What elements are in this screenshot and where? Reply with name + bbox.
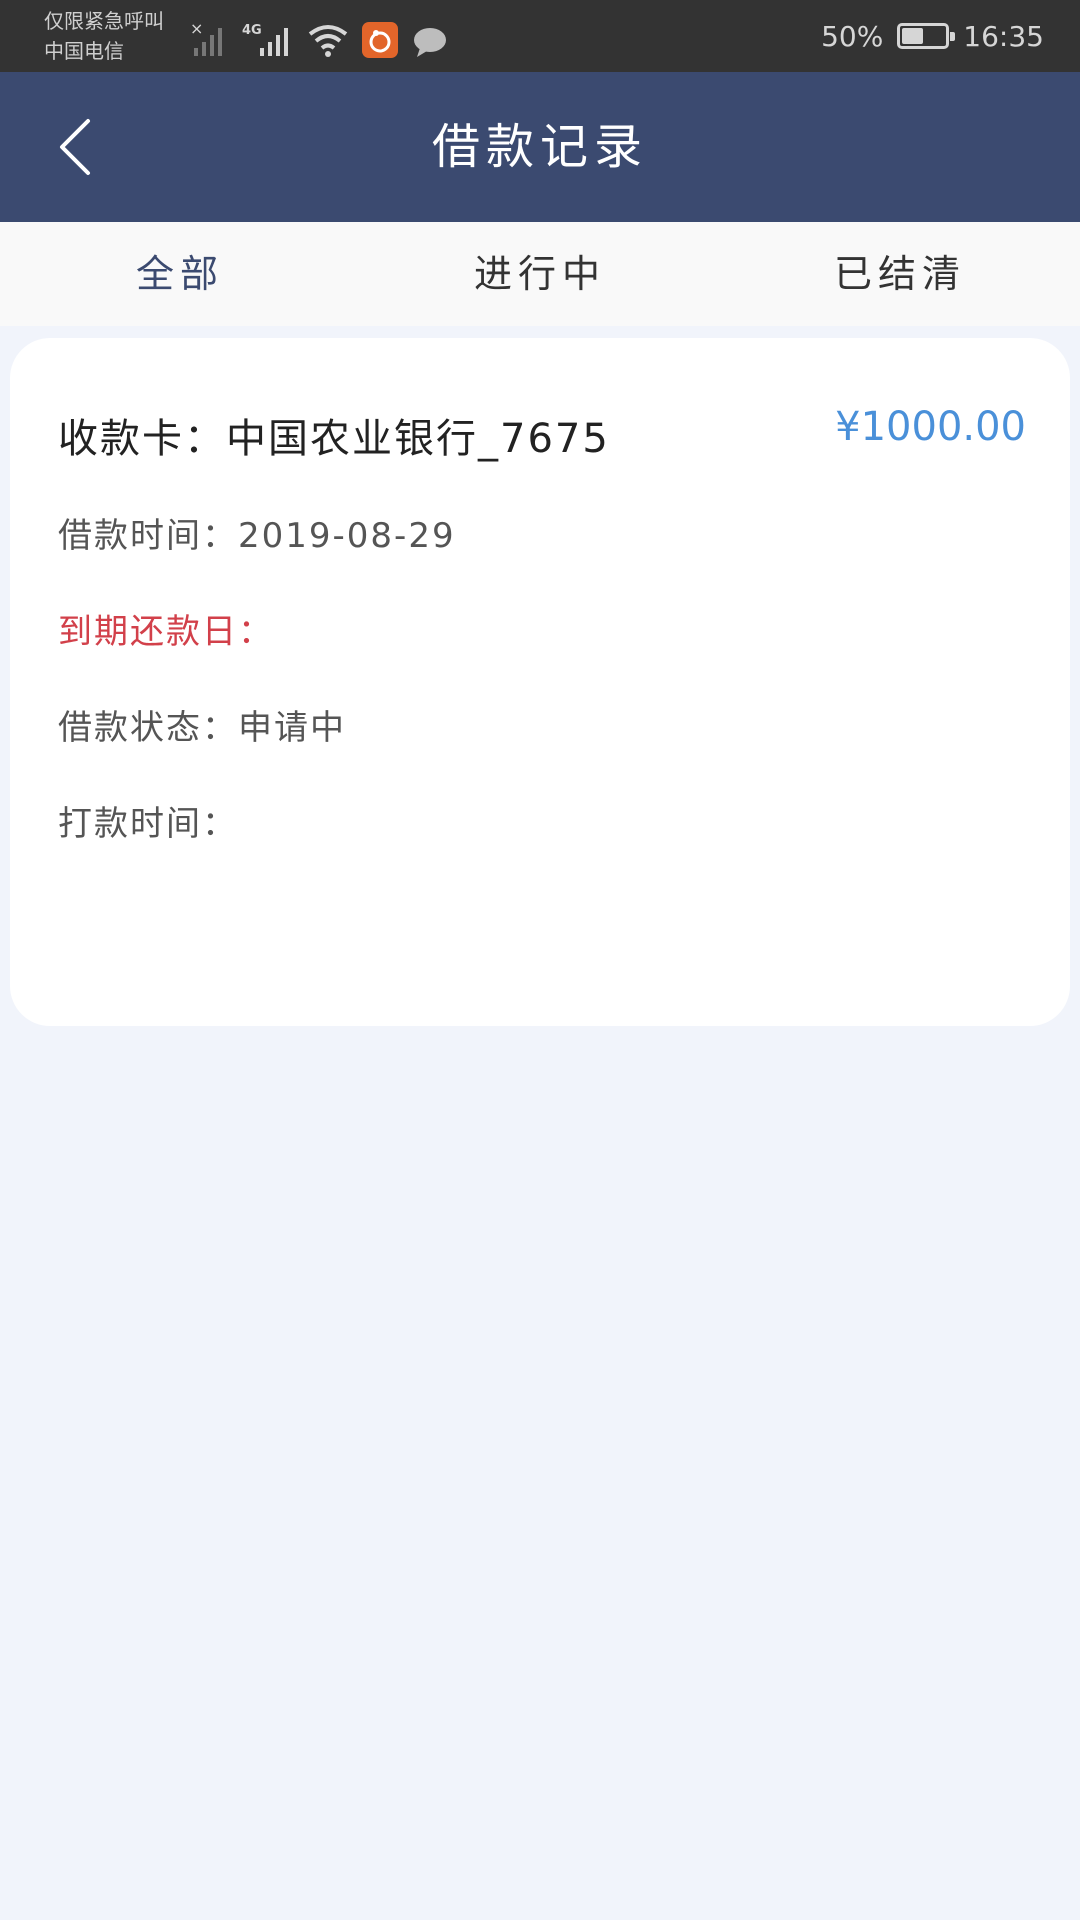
no-signal-icon: × <box>190 20 222 56</box>
loan-status-row: 借款状态：申请中 <box>58 700 346 749</box>
signal-4g-icon: 4G <box>242 23 288 56</box>
payment-time-label: 打款时间： <box>58 804 238 844</box>
loan-status-value: 申请中 <box>238 708 346 748</box>
loan-time-row: 借款时间：2019-08-29 <box>58 508 456 557</box>
status-icons: × 4G <box>190 14 448 58</box>
battery-fill <box>902 28 924 44</box>
carrier-name: 中国电信 <box>44 39 124 63</box>
carrier-emergency-text: 仅限紧急呼叫 <box>44 9 164 33</box>
loan-time-label: 借款时间： <box>58 516 238 556</box>
loan-amount: ¥1000.00 <box>835 404 1026 450</box>
due-date-label: 到期还款日： <box>58 612 274 652</box>
loan-status-label: 借款状态： <box>58 708 238 748</box>
status-right: 50% 16:35 <box>821 0 1044 72</box>
loan-time-value: 2019-08-29 <box>238 516 456 556</box>
status-bar: 仅限紧急呼叫 中国电信 × 4G 50% 16:35 <box>0 0 1080 72</box>
filter-tabs: 全部 进行中 已结清 <box>0 222 1080 326</box>
battery-percent: 50% <box>821 19 884 53</box>
tab-in-progress[interactable]: 进行中 <box>360 222 720 326</box>
app-header: 借款记录 <box>0 72 1080 222</box>
carrier-info: 仅限紧急呼叫 中国电信 <box>44 6 164 66</box>
receiving-card-row: 收款卡：中国农业银行_7675 <box>58 406 610 464</box>
wifi-icon <box>308 25 348 57</box>
payment-time-row: 打款时间： <box>58 796 238 845</box>
due-date-row: 到期还款日： <box>58 604 274 653</box>
receiving-card-label: 收款卡： <box>58 416 226 462</box>
tab-all[interactable]: 全部 <box>0 222 360 326</box>
svg-text:×: × <box>190 20 203 38</box>
message-icon <box>414 28 446 57</box>
receiving-card-value: 中国农业银行_7675 <box>226 416 610 462</box>
uc-browser-icon <box>362 22 398 58</box>
page-title: 借款记录 <box>431 119 648 175</box>
clock: 16:35 <box>963 19 1044 53</box>
loan-record-card[interactable]: 收款卡：中国农业银行_7675 ¥1000.00 借款时间：2019-08-29… <box>10 338 1070 1026</box>
tab-settled[interactable]: 已结清 <box>720 222 1080 326</box>
battery-icon <box>897 23 956 49</box>
network-type-label: 4G <box>242 23 262 38</box>
